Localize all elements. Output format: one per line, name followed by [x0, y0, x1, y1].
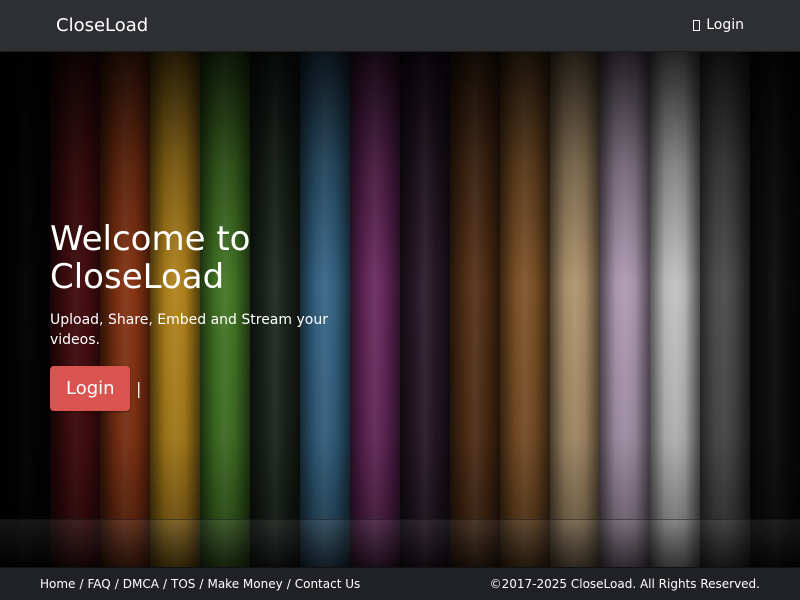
hero-login-button[interactable]: Login	[50, 366, 130, 411]
hero-floor-reflection	[0, 519, 800, 568]
footer-link-make-money[interactable]: Make Money	[207, 568, 282, 600]
footer-link-separator: /	[162, 577, 168, 591]
top-navbar: CloseLoad Login	[0, 0, 800, 52]
footer-copyright: ©2017-2025 CloseLoad. All Rights Reserve…	[489, 577, 760, 591]
footer-link-dmca[interactable]: DMCA	[123, 568, 159, 600]
hero-button-row: Login |	[50, 366, 350, 411]
hero-content: Welcome to CloseLoad Upload, Share, Embe…	[50, 220, 350, 411]
hero-banner: Welcome to CloseLoad Upload, Share, Embe…	[0, 52, 800, 568]
page: CloseLoad Login Welcome to CloseLoad Upl…	[0, 0, 800, 600]
footer-links: Home / FAQ / DMCA / TOS / Make Money / C…	[40, 568, 360, 600]
nav-login-link[interactable]: Login	[693, 15, 744, 35]
brand-logo-link[interactable]: CloseLoad	[56, 14, 148, 38]
nav-login-label: Login	[706, 17, 744, 33]
hero-subtitle: Upload, Share, Embed and Stream your vid…	[50, 312, 328, 348]
hero-title: Welcome to CloseLoad	[50, 219, 251, 297]
footer-link-home[interactable]: Home	[40, 568, 75, 600]
footer-link-separator: /	[114, 577, 119, 591]
site-footer: Home / FAQ / DMCA / TOS / Make Money / C…	[0, 567, 800, 600]
footer-link-separator: /	[79, 577, 84, 591]
footer-link-separator: /	[199, 577, 204, 591]
sign-in-icon	[693, 19, 701, 31]
footer-link-tos[interactable]: TOS	[171, 568, 195, 600]
footer-link-contact-us[interactable]: Contact Us	[295, 568, 361, 600]
hero-button-separator: |	[136, 378, 142, 398]
footer-link-faq[interactable]: FAQ	[87, 568, 110, 600]
footer-link-separator: /	[286, 577, 291, 591]
